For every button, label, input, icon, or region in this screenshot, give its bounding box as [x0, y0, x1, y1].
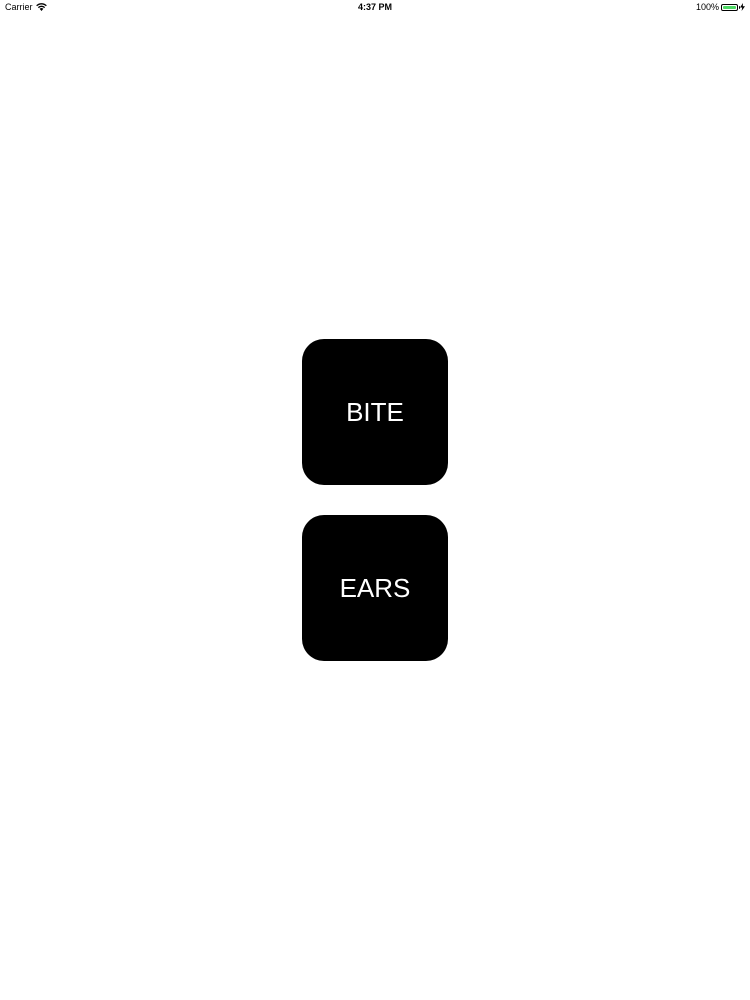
battery-icon: [721, 3, 740, 11]
charging-bolt-icon: [740, 3, 745, 11]
ears-button[interactable]: EARS: [302, 515, 448, 661]
status-right-group: 100%: [696, 2, 745, 12]
bite-button-label: BITE: [346, 396, 404, 427]
battery-level-fill: [723, 5, 736, 9]
battery-percent: 100%: [695, 2, 719, 12]
bite-button[interactable]: BITE: [302, 339, 448, 485]
status-time: 4:37 PM: [357, 2, 392, 12]
status-bar: Carrier 4:37 PM 100%: [0, 0, 750, 14]
ears-button-label: EARS: [339, 572, 411, 603]
app-screen: Carrier 4:37 PM 100% BITE EARS: [0, 0, 750, 1000]
battery-tip: [738, 6, 740, 9]
